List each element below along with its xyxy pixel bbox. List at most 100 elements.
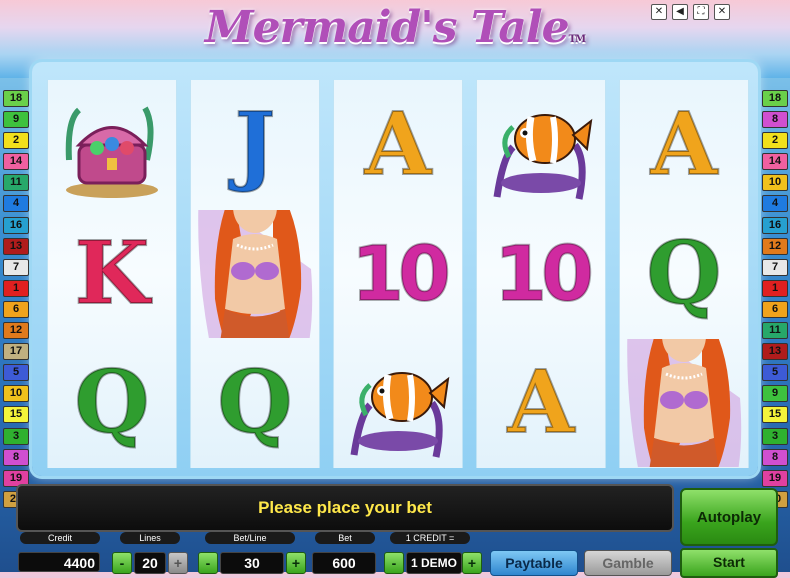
clownfish-icon [493, 113, 593, 200]
payline-indicators-left: 1892141141613716121751015381920 [3, 90, 29, 512]
payline-badge: 10 [762, 174, 788, 192]
payline-badge: 13 [762, 343, 788, 361]
reels-area: K Q J Q A 10 10 A A Q [47, 80, 749, 468]
symbol-k: K [48, 209, 176, 338]
symbol-glyph: A [507, 351, 576, 453]
symbol-q: Q [620, 209, 748, 338]
message-text: Please place your bet [258, 498, 432, 517]
symbol-glyph: K [74, 222, 151, 324]
bet-line-plus-button[interactable]: + [286, 552, 306, 574]
payline-badge: 1 [3, 279, 29, 297]
payline-badge: 14 [762, 153, 788, 171]
symbol-treasure [48, 80, 176, 209]
bet-value: 600 [312, 552, 376, 574]
close-icon[interactable]: ✕ [714, 4, 730, 20]
payline-badge: 8 [3, 448, 29, 466]
symbol-clownfish [477, 80, 605, 209]
payline-badge: 8 [762, 448, 788, 466]
payline-badge: 19 [762, 469, 788, 487]
payline-badge: 6 [762, 300, 788, 318]
bet-line-value: 30 [220, 552, 284, 574]
game-title: Mermaid's Tale [204, 2, 570, 53]
mermaid-icon [627, 338, 742, 467]
volume-icon[interactable]: ◀ [672, 4, 688, 20]
payline-badge: 4 [762, 195, 788, 213]
payline-badge: 1 [762, 279, 788, 297]
payline-badge: 10 [3, 385, 29, 403]
symbol-mermaid [191, 209, 319, 338]
symbol-q: Q [191, 338, 319, 467]
symbol-ten: 10 [477, 209, 605, 338]
bet-label: Bet [315, 532, 375, 544]
fullscreen-icon[interactable]: ⛶ [693, 4, 709, 20]
credit-denomination-label: 1 CREDIT = [390, 532, 470, 544]
payline-badge: 17 [3, 343, 29, 361]
window-controls: ✕ ◀ ⛶ ✕ [651, 4, 730, 20]
payline-badge: 15 [762, 406, 788, 424]
mermaid-icon [198, 209, 313, 338]
message-bar: Please place your bet [16, 484, 674, 532]
clownfish-icon [350, 371, 450, 458]
payline-badge: 6 [3, 300, 29, 318]
payline-badge: 5 [762, 364, 788, 382]
bet-line-label: Bet/Line [205, 532, 295, 544]
credit-label: Credit [20, 532, 100, 544]
symbol-glyph: A [650, 93, 719, 195]
symbol-ten: 10 [334, 209, 462, 338]
reel: A 10 [333, 80, 463, 468]
lines-label: Lines [120, 532, 180, 544]
credit-value: 4400 [18, 552, 100, 572]
paytable-button[interactable]: Paytable [490, 550, 578, 576]
payline-badge: 15 [3, 406, 29, 424]
payline-badge: 8 [762, 111, 788, 129]
denomination-minus-button[interactable]: - [384, 552, 404, 574]
symbol-mermaid [620, 338, 748, 467]
sound-off-icon[interactable]: ✕ [651, 4, 667, 20]
payline-badge: 3 [762, 427, 788, 445]
payline-badge: 9 [3, 111, 29, 129]
payline-badge: 18 [762, 90, 788, 107]
symbol-a: A [620, 80, 748, 209]
reel: 10 A [476, 80, 606, 468]
payline-badge: 7 [3, 258, 29, 276]
start-button[interactable]: Start [680, 548, 778, 578]
autoplay-button[interactable]: Autoplay [680, 488, 778, 546]
payline-badge: 12 [762, 237, 788, 255]
symbol-a: A [477, 338, 605, 467]
symbol-a: A [334, 80, 462, 209]
symbol-glyph: Q [217, 351, 294, 453]
symbol-glyph: Q [646, 222, 723, 324]
symbol-clownfish [334, 338, 462, 467]
reel: AQ [619, 80, 749, 468]
lines-plus-button[interactable]: + [168, 552, 188, 574]
gamble-button[interactable]: Gamble [584, 550, 672, 576]
payline-badge: 11 [762, 322, 788, 340]
symbol-glyph: Q [74, 351, 151, 453]
payline-badge: 9 [762, 385, 788, 403]
payline-badge: 2 [3, 132, 29, 150]
lines-value: 20 [134, 552, 166, 574]
payline-badge: 14 [3, 153, 29, 171]
payline-badge: 5 [3, 364, 29, 382]
treasure-chest-icon [65, 105, 158, 198]
lines-minus-button[interactable]: - [112, 552, 132, 574]
reel: KQ [47, 80, 177, 468]
symbol-j: J [191, 80, 319, 209]
payline-badge: 12 [3, 322, 29, 340]
symbol-glyph: J [234, 93, 277, 195]
symbol-q: Q [48, 338, 176, 467]
payline-badge: 18 [3, 90, 29, 107]
payline-badge: 16 [3, 216, 29, 234]
payline-indicators-right: 188214104161271611135915381920 [762, 90, 788, 512]
payline-badge: 3 [3, 427, 29, 445]
denomination-plus-button[interactable]: + [462, 552, 482, 574]
credit-denomination-value: 1 DEMO [406, 552, 462, 574]
payline-badge: 7 [762, 258, 788, 276]
payline-badge: 2 [762, 132, 788, 150]
symbol-glyph: A [364, 93, 433, 195]
payline-badge: 11 [3, 174, 29, 192]
bet-line-minus-button[interactable]: - [198, 552, 218, 574]
payline-badge: 16 [762, 216, 788, 234]
symbol-glyph: 10 [350, 228, 452, 319]
symbol-glyph: 10 [493, 228, 595, 319]
